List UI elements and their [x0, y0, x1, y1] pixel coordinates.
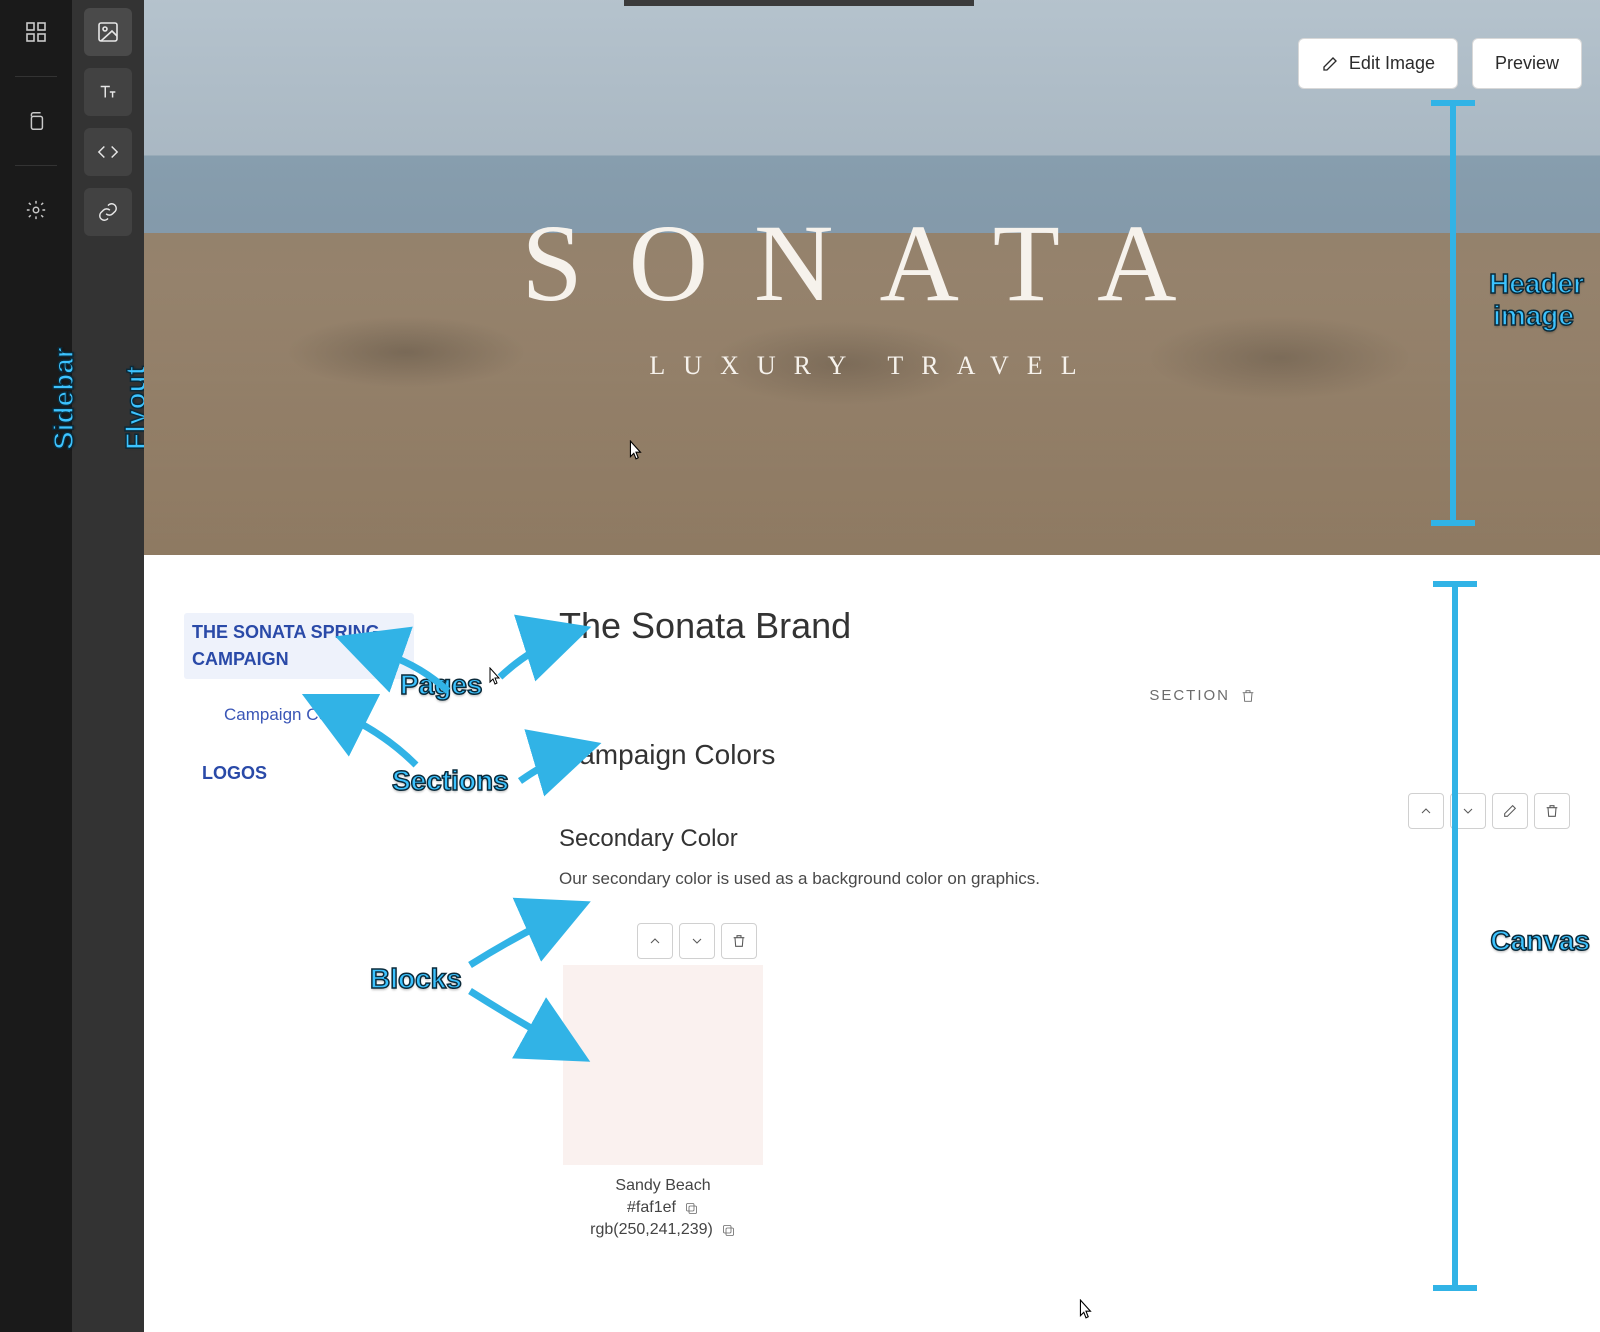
brand-word: SONATA — [144, 200, 1600, 327]
block-description: Our secondary color is used as a backgro… — [559, 869, 1576, 889]
text-icon — [97, 81, 119, 103]
preview-button[interactable]: Preview — [1472, 38, 1582, 89]
sidebar-callout: Sidebar — [48, 347, 80, 450]
flyout-item-text[interactable] — [84, 68, 132, 116]
swatch-move-up[interactable] — [637, 923, 673, 959]
block-toolbar — [1408, 793, 1570, 829]
chevron-down-icon — [1460, 803, 1476, 819]
flyout-item-image[interactable] — [84, 8, 132, 56]
color-block: Secondary Color Our secondary color is u… — [559, 825, 1576, 1239]
gear-icon — [25, 199, 47, 221]
arrow-pages-left — [382, 649, 452, 704]
sidebar-divider — [15, 165, 57, 166]
trash-icon[interactable] — [1240, 688, 1256, 704]
edit-image-label: Edit Image — [1349, 53, 1435, 74]
copy-icon[interactable] — [684, 1201, 699, 1216]
sidebar-divider — [15, 76, 57, 77]
blocks-callout: Blocks — [370, 963, 462, 995]
header-image-callout-1: Header — [1489, 268, 1584, 300]
arrow-blocks-down — [464, 985, 584, 1070]
swatch-toolbar — [637, 923, 1576, 959]
edit-image-button[interactable]: Edit Image — [1298, 38, 1458, 89]
arrow-sections-left — [344, 713, 424, 778]
cursor-icon — [1079, 1299, 1097, 1323]
block-heading: Secondary Color — [559, 825, 1576, 853]
nav-page-campaign[interactable]: THE SONATA SPRING CAMPAIGN — [184, 613, 414, 679]
section-heading: Campaign Colors — [559, 739, 1576, 771]
sidebar-item-copy[interactable] — [12, 97, 60, 145]
pencil-icon — [1502, 803, 1518, 819]
move-up-button[interactable] — [1408, 793, 1444, 829]
main: SONATA LUXURY TRAVEL Edit Image Preview … — [144, 0, 1600, 1332]
sidebar: Sidebar — [0, 0, 72, 1332]
preview-label: Preview — [1495, 53, 1559, 74]
brand-logo: SONATA LUXURY TRAVEL — [144, 200, 1600, 381]
canvas-callout: Canvas — [1490, 925, 1590, 957]
content-column: The Sonata Brand SECTION Campaign Colors… — [559, 605, 1576, 1239]
swatch-hex: #faf1ef — [627, 1199, 676, 1217]
swatch-name: Sandy Beach — [563, 1177, 763, 1195]
header-image-callout-2: image — [1493, 300, 1574, 332]
chevron-up-icon — [1418, 803, 1434, 819]
arrow-pages-right — [494, 625, 584, 690]
flyout-item-link[interactable] — [84, 188, 132, 236]
swatch-meta: Sandy Beach #faf1ef rgb(250,241,239) — [563, 1177, 763, 1239]
section-badge: SECTION — [1149, 687, 1256, 704]
grid-icon — [24, 20, 48, 44]
sidebar-item-settings[interactable] — [12, 186, 60, 234]
arrow-sections-right — [514, 741, 594, 796]
brand-tagline: LUXURY TRAVEL — [144, 351, 1600, 381]
delete-block-button[interactable] — [1534, 793, 1570, 829]
trash-icon — [731, 933, 747, 949]
swatch-move-down[interactable] — [679, 923, 715, 959]
swatch-rgb: rgb(250,241,239) — [590, 1221, 713, 1239]
page-title: The Sonata Brand — [559, 605, 1576, 647]
flyout: Flyout — [72, 0, 144, 1332]
link-icon — [97, 201, 119, 223]
copy-icon[interactable] — [721, 1223, 736, 1238]
header-actions: Edit Image Preview — [1298, 38, 1582, 89]
header-image: SONATA LUXURY TRAVEL Edit Image Preview … — [144, 0, 1600, 555]
chevron-up-icon — [647, 933, 663, 949]
canvas-area: THE SONATA SPRING CAMPAIGN Campaign Colo… — [144, 555, 1600, 1332]
sidebar-item-dashboard[interactable] — [12, 8, 60, 56]
image-icon — [96, 20, 120, 44]
header-bracket — [1450, 100, 1456, 526]
section-badge-text: SECTION — [1149, 687, 1230, 704]
trash-icon — [1544, 803, 1560, 819]
color-swatch[interactable] — [563, 965, 763, 1165]
header-topbar-fragment — [624, 0, 974, 6]
code-icon — [97, 141, 119, 163]
copy-icon — [25, 110, 47, 132]
flyout-item-code[interactable] — [84, 128, 132, 176]
arrow-blocks-up — [464, 901, 584, 976]
swatch-delete[interactable] — [721, 923, 757, 959]
pencil-icon — [1321, 55, 1339, 73]
chevron-down-icon — [689, 933, 705, 949]
canvas-bracket — [1452, 581, 1458, 1291]
cursor-icon — [629, 440, 647, 464]
edit-block-button[interactable] — [1492, 793, 1528, 829]
